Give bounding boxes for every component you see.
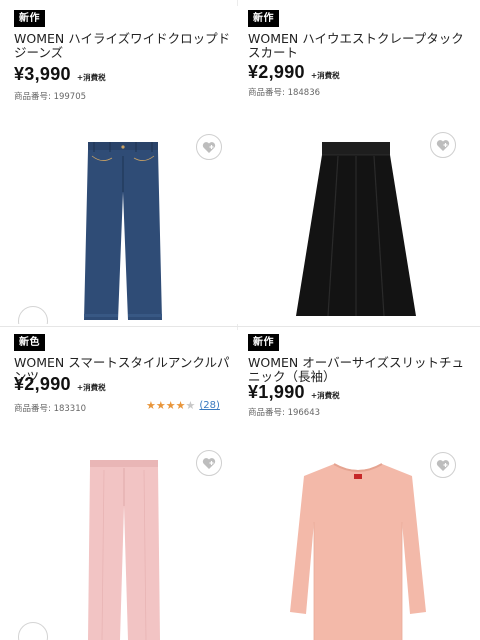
product-code: 商品番号: 196643: [248, 408, 321, 418]
product-price: ¥3,990: [14, 64, 71, 84]
heart-plus-icon: [436, 139, 450, 151]
favorite-button[interactable]: [430, 132, 456, 158]
product-card[interactable]: 新作 WOMEN ハイウエストクレープタックスカート ¥2,990 +消費税 商…: [242, 6, 476, 324]
favorite-button-partial[interactable]: [18, 306, 48, 324]
product-price: ¥2,990: [14, 374, 71, 394]
product-name[interactable]: WOMEN ハイウエストクレープタックスカート: [248, 32, 474, 60]
product-price: ¥1,990: [248, 382, 305, 402]
price-row: ¥1,990 +消費税: [248, 382, 340, 403]
product-name[interactable]: WOMEN ハイライズワイドクロップドジーンズ: [14, 32, 240, 60]
review-count-link[interactable]: (28): [199, 400, 220, 411]
tunic-image[interactable]: [290, 462, 426, 640]
favorite-button[interactable]: [430, 452, 456, 478]
star-icon: ★: [155, 399, 166, 412]
new-badge: 新作: [248, 334, 279, 351]
heart-plus-icon: [202, 141, 216, 153]
jeans-image[interactable]: [82, 142, 164, 320]
tax-note: +消費税: [76, 73, 106, 82]
tax-note: +消費税: [310, 71, 340, 80]
star-icon: ★: [165, 399, 176, 412]
star-empty-icon: ★: [185, 399, 196, 412]
heart-plus-icon: [202, 457, 216, 469]
product-code: 商品番号: 199705: [14, 92, 87, 102]
product-card[interactable]: 新作 WOMEN ハイライズワイドクロップドジーンズ ¥3,990 +消費税 商…: [8, 6, 242, 324]
pants-image[interactable]: [86, 460, 162, 640]
tax-note: +消費税: [76, 383, 106, 392]
product-name[interactable]: WOMEN オーバーサイズスリットチュニック（長袖）: [248, 356, 474, 384]
star-icon: ★: [146, 399, 156, 412]
price-row: ¥3,990 +消費税: [14, 64, 106, 85]
skirt-image[interactable]: [294, 142, 418, 320]
product-code: 商品番号: 184836: [248, 88, 321, 98]
favorite-button-partial[interactable]: [18, 622, 48, 640]
tax-note: +消費税: [310, 391, 340, 400]
product-grid: 新作 WOMEN ハイライズワイドクロップドジーンズ ¥3,990 +消費税 商…: [0, 0, 480, 640]
new-badge: 新作: [14, 10, 45, 27]
heart-plus-icon: [436, 459, 450, 471]
star-icon: ★: [175, 399, 186, 412]
price-row: ¥2,990 +消費税: [14, 374, 106, 395]
favorite-button[interactable]: [196, 134, 222, 160]
product-code: 商品番号: 183310: [14, 404, 87, 414]
price-row: ¥2,990 +消費税: [248, 62, 340, 83]
product-card[interactable]: 新作 WOMEN オーバーサイズスリットチュニック（長袖） ¥1,990 +消費…: [242, 330, 476, 640]
new-badge: 新作: [248, 10, 279, 27]
product-price: ¥2,990: [248, 62, 305, 82]
product-card[interactable]: 新色 WOMEN スマートスタイルアンクルパンツ ¥2,990 +消費税 商品番…: [8, 330, 242, 640]
row-divider: [0, 326, 480, 327]
new-color-badge: 新色: [14, 334, 45, 351]
star-rating[interactable]: ★ ★ ★ ★ ★ (28): [146, 400, 220, 411]
favorite-button[interactable]: [196, 450, 222, 476]
